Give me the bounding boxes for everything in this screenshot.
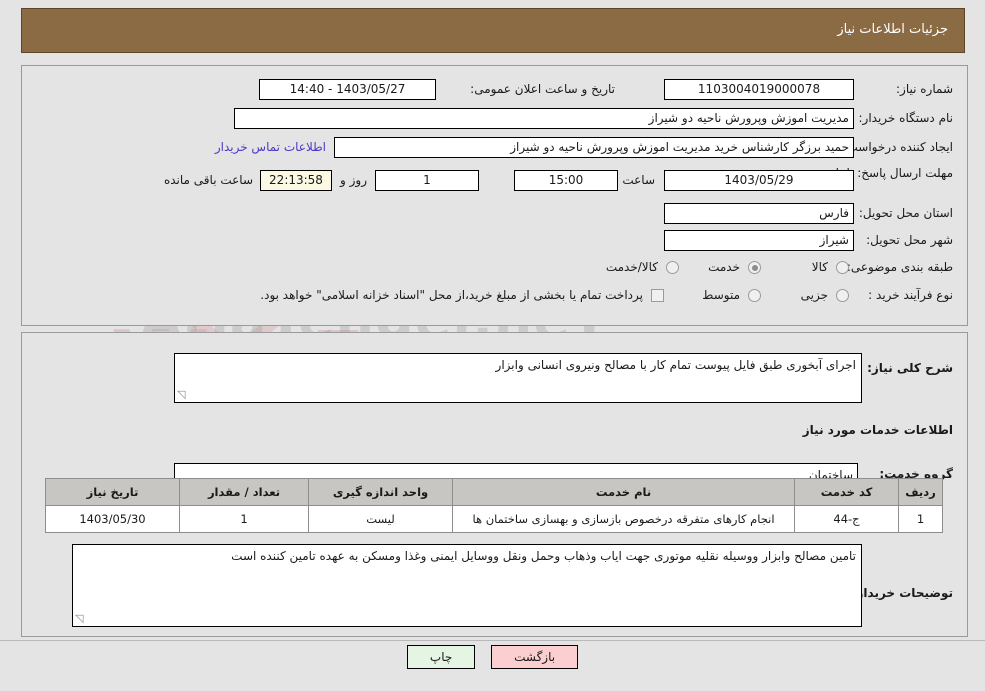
- table-row[interactable]: 1 ج-44 انجام کارهای متفرقه درخصوص بازساز…: [45, 505, 943, 533]
- buyer-notes-value: تامین مصالح وابزار ووسیله نقلیه موتوری ج…: [231, 549, 856, 563]
- buyer-org-label: نام دستگاه خریدار:: [858, 111, 954, 125]
- general-desc-label: شرح کلی نیاز:: [867, 361, 953, 375]
- category-radio-khedmat[interactable]: [748, 261, 761, 274]
- services-table: ردیف کد خدمت نام خدمت واحد اندازه گیری ت…: [45, 478, 943, 533]
- hour-label: ساعت: [622, 173, 655, 187]
- days-label: روز و: [340, 173, 367, 187]
- treasury-bond-checkbox[interactable]: [651, 289, 664, 302]
- remaining-days-value[interactable]: 1: [375, 170, 479, 191]
- cell-qty: 1: [179, 505, 309, 533]
- page-title: جزئیات اطلاعات نیاز: [837, 22, 948, 37]
- category-radio-kala-khedmat[interactable]: [666, 261, 679, 274]
- process-option-label-1: متوسط: [702, 288, 740, 302]
- buyer-notes-textarea[interactable]: تامین مصالح وابزار ووسیله نقلیه موتوری ج…: [72, 544, 862, 627]
- creator-label: ایجاد کننده درخواست:: [842, 140, 953, 154]
- province-label: استان محل تحویل:: [858, 206, 953, 220]
- province-value[interactable]: فارس: [664, 203, 854, 224]
- back-button[interactable]: بازگشت: [491, 645, 579, 669]
- buyer-notes-label: توضیحات خریدار:: [851, 586, 953, 600]
- general-desc-value: اجرای آبخوری طبق فایل پیوست تمام کار با …: [495, 358, 856, 372]
- table-header-row: ردیف کد خدمت نام خدمت واحد اندازه گیری ت…: [45, 478, 943, 506]
- treasury-bond-label: پرداخت تمام یا بخشی از مبلغ خرید،از محل …: [260, 288, 643, 302]
- print-button[interactable]: چاپ: [406, 645, 476, 669]
- countdown-label: ساعت باقی مانده: [163, 173, 253, 187]
- process-radio-jozii[interactable]: [836, 289, 849, 302]
- services-heading: اطلاعات خدمات مورد نیاز: [802, 423, 953, 437]
- resize-grip-icon[interactable]: ◸: [177, 388, 189, 401]
- cell-name: انجام کارهای متفرقه درخصوص بازسازی و بهس…: [452, 505, 795, 533]
- footer-button-bar: بازگشت چاپ: [0, 645, 985, 669]
- need-info-panel: شماره نیاز: 1103004019000078 تاریخ و ساع…: [21, 65, 968, 326]
- cell-unit: لیست: [308, 505, 453, 533]
- deadline-date-value[interactable]: 1403/05/29: [664, 170, 854, 191]
- announce-datetime-value[interactable]: 1403/05/27 - 14:40: [259, 79, 436, 100]
- deadline-time-value[interactable]: 15:00: [514, 170, 618, 191]
- deadline-label: مهلت ارسال پاسخ: تا تاریخ:: [814, 166, 953, 180]
- cell-date: 1403/05/30: [45, 505, 180, 533]
- need-number-value[interactable]: 1103004019000078: [664, 79, 854, 100]
- col-unit: واحد اندازه گیری: [308, 478, 453, 506]
- countdown-timer: 22:13:58: [260, 170, 332, 191]
- category-option-label-1: خدمت: [708, 260, 740, 274]
- buyer-contact-link[interactable]: اطلاعات تماس خریدار: [215, 140, 326, 154]
- col-qty: تعداد / مقدار: [179, 478, 309, 506]
- announce-datetime-label: تاریخ و ساعت اعلان عمومی:: [470, 82, 615, 96]
- col-name: نام خدمت: [452, 478, 795, 506]
- category-radio-kala[interactable]: [836, 261, 849, 274]
- buyer-org-value[interactable]: مدیریت اموزش وپرورش ناحیه دو شیراز: [234, 108, 854, 129]
- category-option-label-2: کالا/خدمت: [605, 260, 658, 274]
- col-row: ردیف: [898, 478, 943, 506]
- cell-code: ج-44: [794, 505, 899, 533]
- col-date: تاریخ نیاز: [45, 478, 180, 506]
- process-label: نوع فرآیند خرید :: [868, 288, 953, 302]
- cell-row: 1: [898, 505, 943, 533]
- page-header: جزئیات اطلاعات نیاز: [21, 8, 965, 53]
- resize-grip-icon-2[interactable]: ◸: [75, 612, 87, 625]
- process-option-label-0: جزیی: [800, 288, 828, 302]
- footer-divider: [0, 640, 985, 641]
- city-label: شهر محل تحویل:: [866, 233, 953, 247]
- category-option-label-0: کالا: [811, 260, 828, 274]
- need-number-label: شماره نیاز:: [896, 82, 953, 96]
- process-radio-motevaset[interactable]: [748, 289, 761, 302]
- category-label: طبقه بندی موضوعی:: [846, 260, 953, 274]
- city-value[interactable]: شیراز: [664, 230, 854, 251]
- general-desc-textarea[interactable]: اجرای آبخوری طبق فایل پیوست تمام کار با …: [174, 353, 862, 403]
- col-code: کد خدمت: [794, 478, 899, 506]
- creator-value[interactable]: حمید برزگر کارشناس خرید مدیریت اموزش وپر…: [334, 137, 854, 158]
